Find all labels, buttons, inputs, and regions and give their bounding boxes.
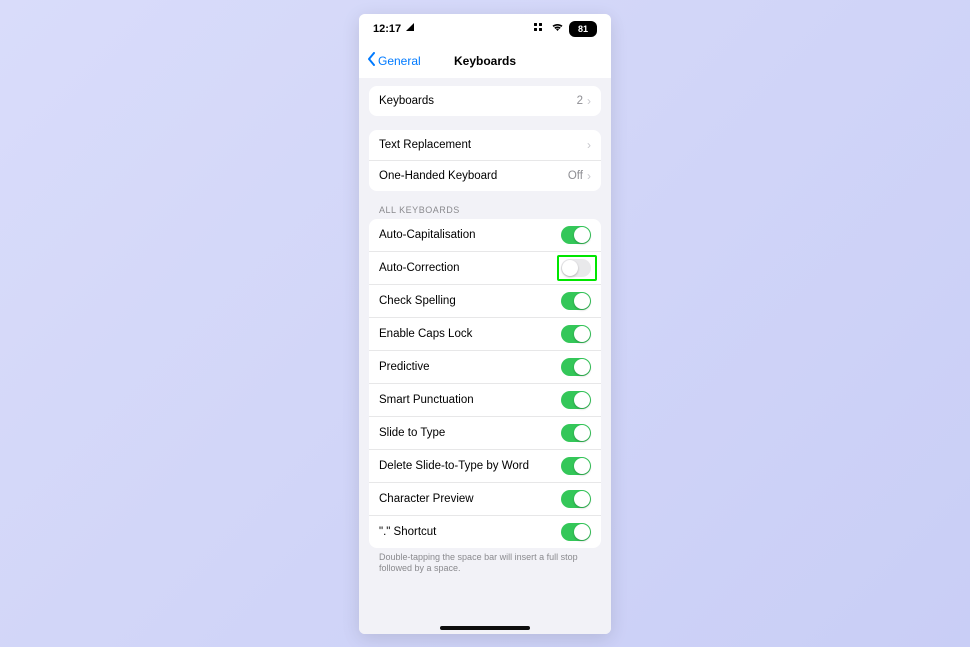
home-indicator[interactable] <box>440 626 530 630</box>
battery-indicator: 81 <box>569 21 597 37</box>
toggle-knob <box>574 524 590 540</box>
status-bar: 12:17 <box>359 14 611 44</box>
row-one-handed-label: One-Handed Keyboard <box>379 170 568 182</box>
row-character-preview: Character Preview <box>369 482 601 515</box>
toggle-character-preview[interactable] <box>561 490 591 508</box>
label-auto-correction: Auto-Correction <box>379 262 561 274</box>
row-one-handed[interactable]: One-Handed Keyboard Off › <box>369 160 601 191</box>
label-character-preview: Character Preview <box>379 493 561 505</box>
back-button[interactable]: General <box>367 44 421 78</box>
row-slide-to-type: Slide to Type <box>369 416 601 449</box>
row-predictive: Predictive <box>369 350 601 383</box>
group-keyboards: Keyboards 2 › <box>369 86 601 116</box>
toggle-enable-caps-lock[interactable] <box>561 325 591 343</box>
focus-icon <box>534 22 546 35</box>
phone-frame: 12:17 <box>359 14 611 634</box>
nav-title: Keyboards <box>454 54 516 68</box>
chevron-right-icon: › <box>587 94 591 108</box>
label-slide-to-type: Slide to Type <box>379 427 561 439</box>
row-keyboards-label: Keyboards <box>379 95 577 107</box>
nav-bar: General Keyboards <box>359 44 611 79</box>
wifi-icon <box>551 22 564 35</box>
label-delete-slide-word: Delete Slide-to-Type by Word <box>379 460 561 472</box>
toggle-check-spelling[interactable] <box>561 292 591 310</box>
chevron-right-icon: › <box>587 169 591 183</box>
row-auto-capitalisation: Auto-Capitalisation <box>369 219 601 251</box>
toggle-knob <box>574 392 590 408</box>
stage: 12:17 <box>0 0 970 647</box>
label-auto-capitalisation: Auto-Capitalisation <box>379 229 561 241</box>
label-period-shortcut: "." Shortcut <box>379 526 561 538</box>
row-check-spelling: Check Spelling <box>369 284 601 317</box>
chevron-right-icon: › <box>587 138 591 152</box>
toggle-predictive[interactable] <box>561 358 591 376</box>
row-period-shortcut: "." Shortcut <box>369 515 601 548</box>
toggle-slide-to-type[interactable] <box>561 424 591 442</box>
group-text-options: Text Replacement › One-Handed Keyboard O… <box>369 130 601 191</box>
toggle-knob <box>574 293 590 309</box>
toggle-knob <box>574 491 590 507</box>
label-check-spelling: Check Spelling <box>379 295 561 307</box>
section-footer: Double-tapping the space bar will insert… <box>379 552 591 575</box>
status-left: 12:17 <box>373 22 415 35</box>
chevron-left-icon <box>367 52 376 69</box>
toggle-knob <box>562 260 578 276</box>
row-smart-punctuation: Smart Punctuation <box>369 383 601 416</box>
row-text-replacement-label: Text Replacement <box>379 139 587 151</box>
row-text-replacement[interactable]: Text Replacement › <box>369 130 601 160</box>
row-auto-correction: Auto-Correction <box>369 251 601 284</box>
back-label: General <box>378 54 421 68</box>
toggle-knob <box>574 326 590 342</box>
row-enable-caps-lock: Enable Caps Lock <box>369 317 601 350</box>
row-one-handed-value: Off <box>568 170 583 182</box>
section-header-all-keyboards: All Keyboards <box>379 205 591 215</box>
row-keyboards[interactable]: Keyboards 2 › <box>369 86 601 116</box>
group-all-keyboards: Auto-Capitalisation Auto-Correction Check … <box>369 219 601 548</box>
row-delete-slide-word: Delete Slide-to-Type by Word <box>369 449 601 482</box>
toggle-knob <box>574 458 590 474</box>
toggle-auto-correction[interactable] <box>561 259 591 277</box>
status-time: 12:17 <box>373 23 401 35</box>
toggle-knob <box>574 425 590 441</box>
toggle-knob <box>574 227 590 243</box>
settings-body: Keyboards 2 › Text Replacement › One-Han… <box>359 78 611 634</box>
toggle-smart-punctuation[interactable] <box>561 391 591 409</box>
toggle-delete-slide-word[interactable] <box>561 457 591 475</box>
label-enable-caps-lock: Enable Caps Lock <box>379 328 561 340</box>
status-right: 81 <box>534 21 597 37</box>
location-icon <box>405 22 415 35</box>
row-keyboards-value: 2 <box>577 95 583 107</box>
label-predictive: Predictive <box>379 361 561 373</box>
toggle-knob <box>574 359 590 375</box>
toggle-auto-capitalisation[interactable] <box>561 226 591 244</box>
label-smart-punctuation: Smart Punctuation <box>379 394 561 406</box>
toggle-period-shortcut[interactable] <box>561 523 591 541</box>
